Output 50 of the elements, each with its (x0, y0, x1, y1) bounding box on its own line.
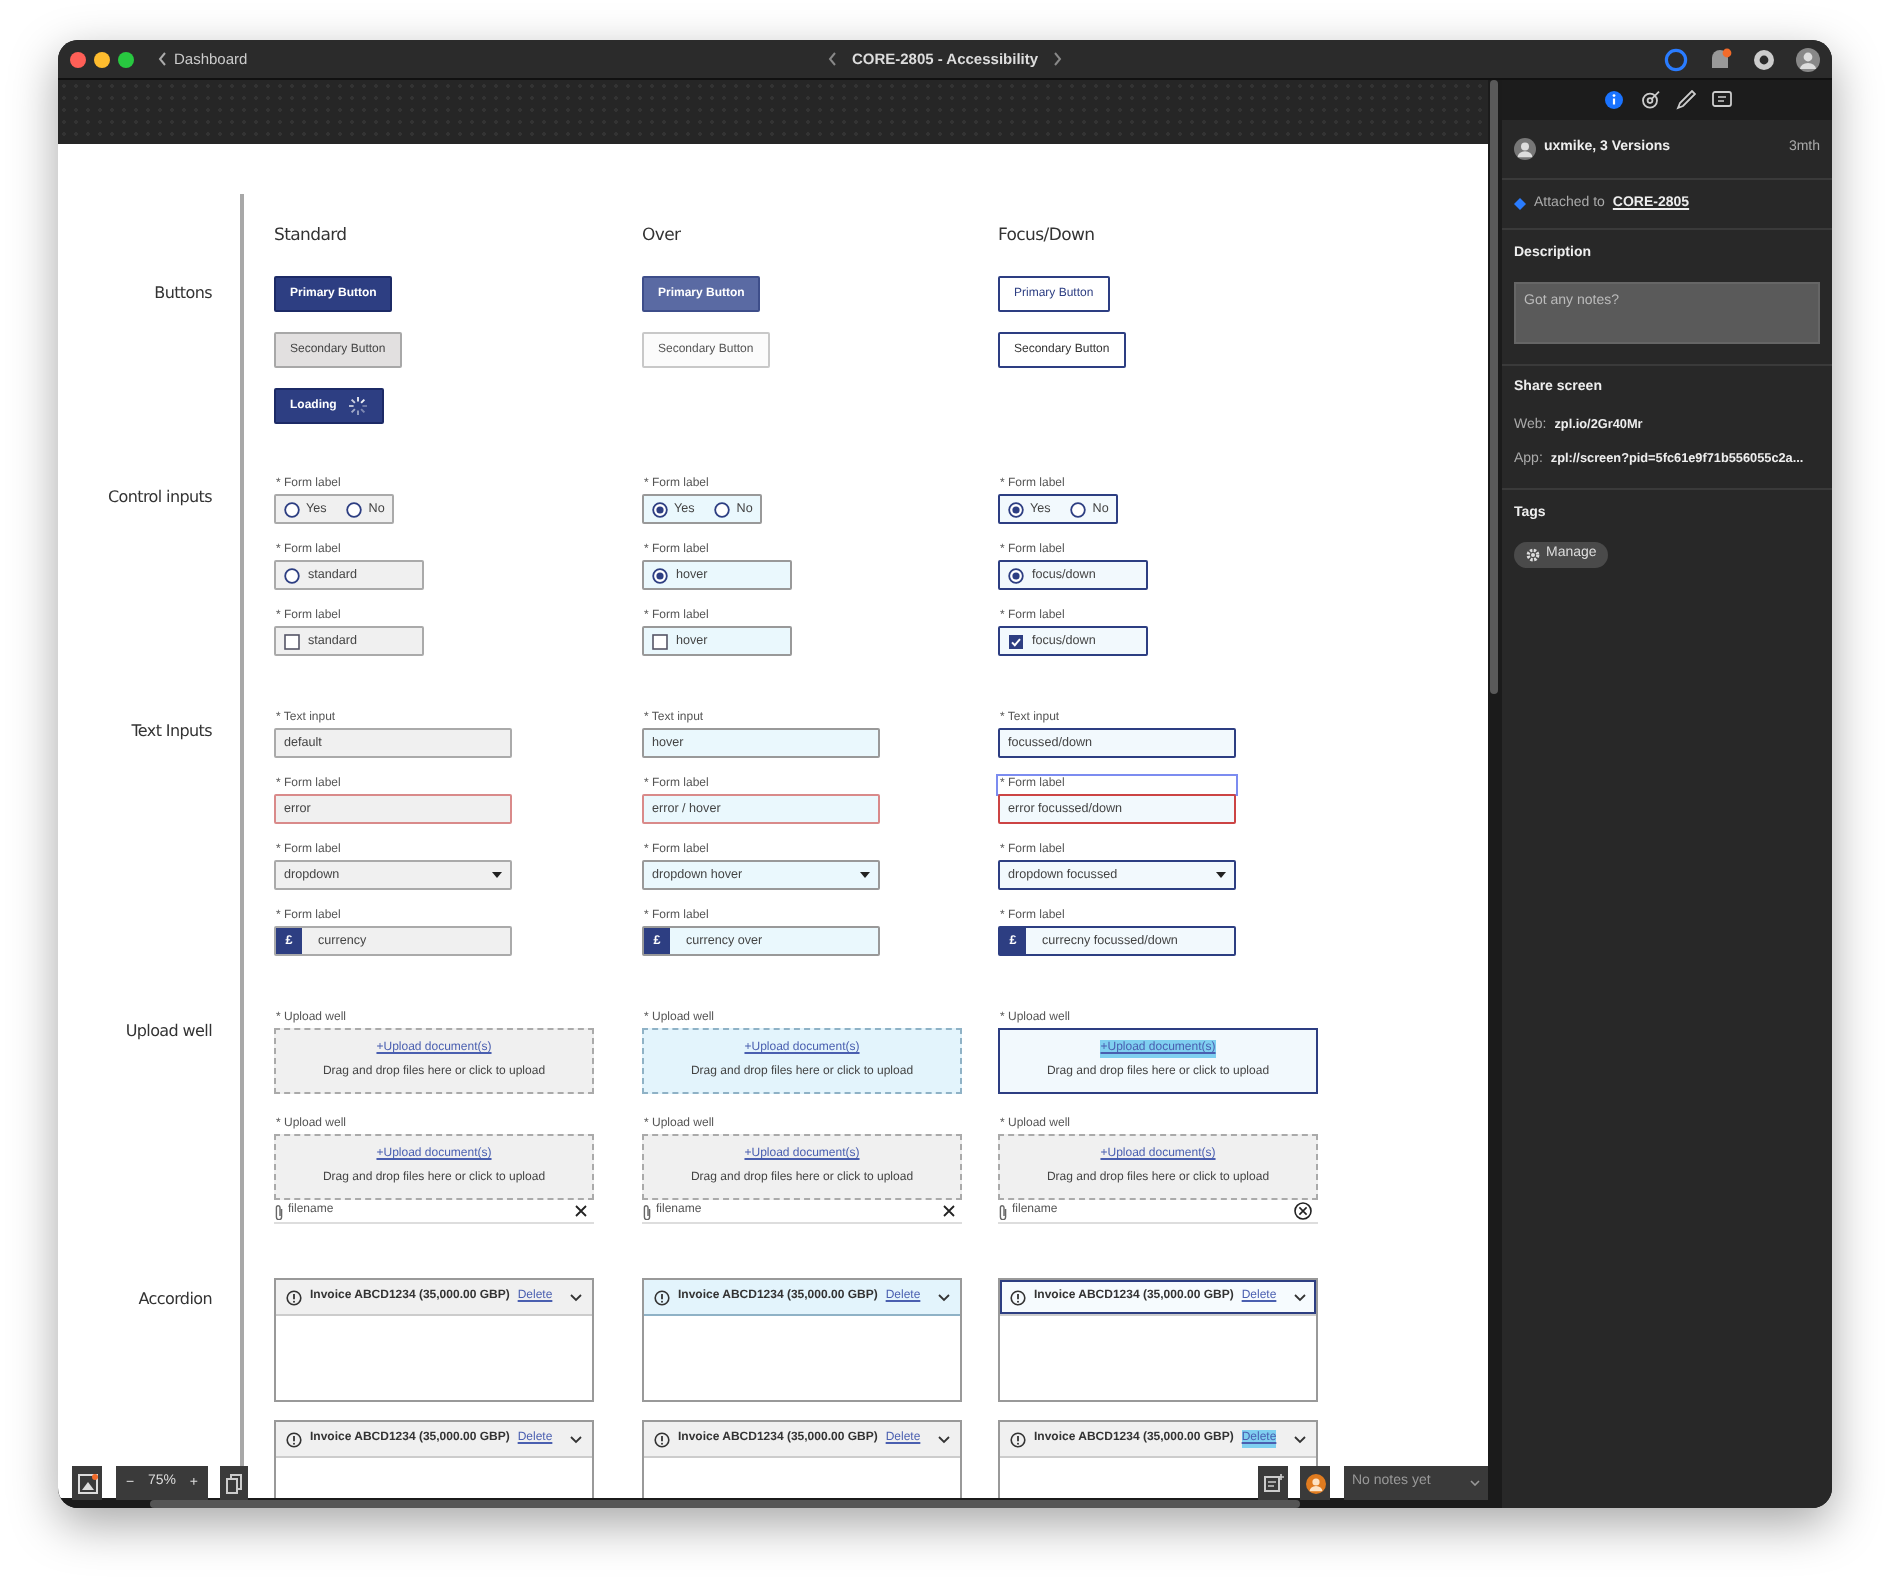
paperclip-icon (998, 1203, 1008, 1219)
avatar-icon[interactable] (1796, 47, 1820, 71)
chevron-down-icon (570, 1435, 582, 1443)
panel-tab-icon[interactable] (1639, 90, 1659, 110)
chevron-down-icon (570, 1293, 582, 1301)
section-label: Accordion (138, 1290, 212, 1308)
close-icon[interactable] (574, 1204, 588, 1218)
section-label: Upload well (125, 1022, 212, 1040)
scrollbar[interactable] (1490, 80, 1498, 694)
paperclip-icon (642, 1203, 652, 1219)
spinner-icon (348, 396, 369, 416)
info-icon (654, 1289, 670, 1305)
avatar-icon[interactable] (1305, 1473, 1325, 1493)
section-label: Text Inputs (131, 722, 212, 740)
caret-icon (492, 872, 502, 878)
info-icon (286, 1431, 302, 1447)
diamond-icon (1514, 198, 1526, 210)
ring-icon[interactable] (1664, 47, 1688, 71)
close-icon[interactable] (942, 1204, 956, 1218)
paperclip-icon (274, 1203, 284, 1219)
scrollbar[interactable] (150, 1500, 1300, 1508)
chevron-down-icon (938, 1293, 950, 1301)
avatar-icon (1514, 138, 1536, 160)
close-icon[interactable] (1294, 1202, 1312, 1220)
column-heading: Over (642, 226, 683, 246)
caret-icon (860, 872, 870, 878)
panel-tab-icon[interactable] (1603, 90, 1623, 110)
info-icon (1010, 1431, 1026, 1447)
chevron-down-icon (938, 1435, 950, 1443)
chevron-left-icon (158, 52, 166, 66)
section-label: Buttons (154, 284, 212, 302)
chevron-right-icon[interactable] (1054, 52, 1063, 66)
chevron-down-icon (1294, 1293, 1306, 1301)
caret-icon (1216, 872, 1226, 878)
panel-tab-icon[interactable] (1711, 90, 1731, 110)
column-heading: Focus/Down (998, 226, 1097, 246)
panel-tab-icon[interactable] (1675, 90, 1695, 110)
column-heading: Standard (274, 226, 349, 246)
gear-icon (1526, 547, 1540, 561)
info-icon (286, 1289, 302, 1305)
section-label: Control inputs (107, 488, 212, 506)
add-note-icon[interactable] (1263, 1474, 1283, 1492)
chevron-down-icon (1294, 1435, 1306, 1443)
image-icon[interactable] (77, 1473, 97, 1493)
chevron-left-icon[interactable] (827, 52, 836, 66)
info-icon (1010, 1289, 1026, 1305)
pages-icon[interactable] (226, 1473, 242, 1493)
notification-icon[interactable] (1708, 47, 1732, 71)
caret-icon (1470, 1480, 1480, 1486)
info-icon (654, 1431, 670, 1447)
